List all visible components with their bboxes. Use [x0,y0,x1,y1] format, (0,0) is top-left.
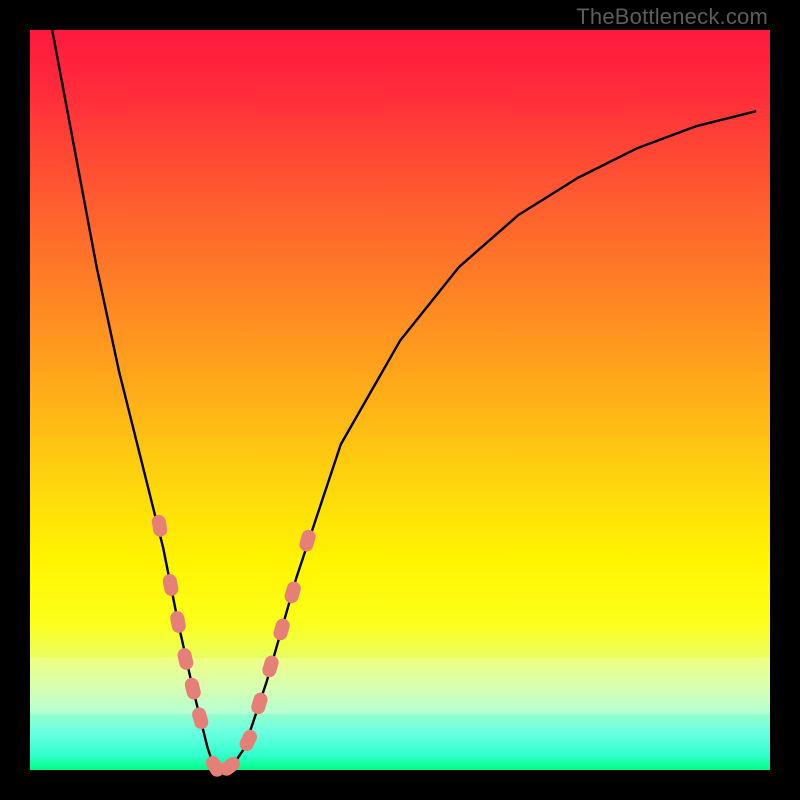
watermark-label: TheBottleneck.com [576,4,768,30]
highlight-band [30,658,770,714]
plot-area [30,30,770,770]
chart-frame: TheBottleneck.com [0,0,800,800]
